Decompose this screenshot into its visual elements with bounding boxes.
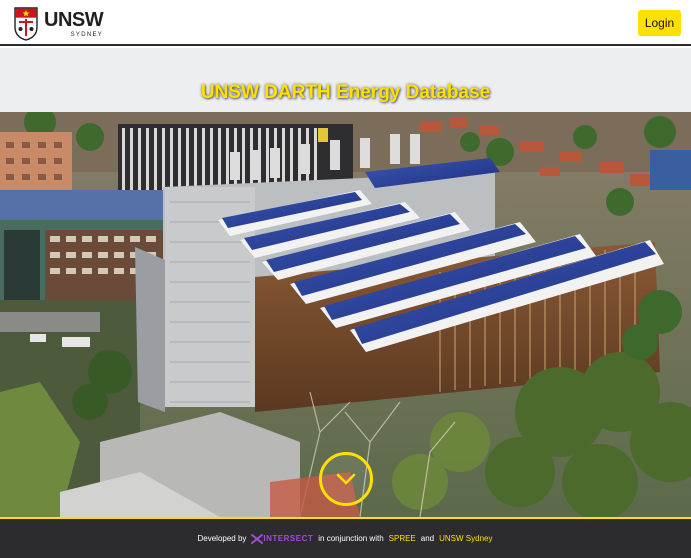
logo-subtext: SYDNEY <box>70 32 104 38</box>
chevron-down-icon <box>336 473 356 485</box>
footer-in-conjunction: in conjunction with <box>318 534 384 543</box>
unsw-sydney-link[interactable]: UNSW Sydney <box>439 534 492 543</box>
intersect-x-icon <box>251 533 264 544</box>
top-navbar: UNSW SYDNEY Login <box>0 0 691 46</box>
intersect-brand-text: INTERSECT <box>263 534 314 543</box>
spree-link[interactable]: SPREE <box>389 534 416 543</box>
footer-developed-by: Developed by <box>197 534 247 543</box>
logo-wordmark: UNSW <box>44 9 104 31</box>
unsw-crest-icon <box>14 7 38 41</box>
footer: Developed by INTERSECT in conjunction wi… <box>0 517 691 558</box>
scroll-down-button[interactable] <box>319 452 373 506</box>
page-title: UNSW DARTH Energy Database <box>200 82 491 103</box>
intersect-logo[interactable]: INTERSECT <box>251 533 314 544</box>
login-button[interactable]: Login <box>638 10 681 36</box>
footer-and: and <box>420 534 435 543</box>
unsw-logo[interactable]: UNSW SYDNEY <box>14 6 104 42</box>
